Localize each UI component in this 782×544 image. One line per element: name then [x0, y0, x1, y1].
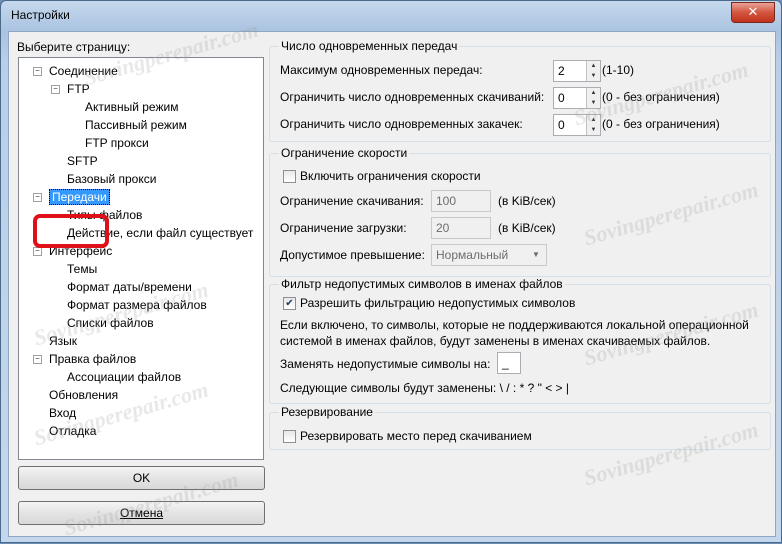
filename-filter-title: Фильтр недопустимых символов в именах фа… [279, 277, 565, 291]
speed-limit-enable-label: Включить ограничения скорости [300, 169, 481, 183]
download-limit-spinner[interactable]: 0 ▲ ▼ [553, 87, 601, 109]
tree-item-label: Ассоциации файлов [67, 370, 182, 384]
upload-speed-input[interactable]: 20 [431, 217, 491, 239]
tree-item-вход[interactable]: Вход [49, 405, 76, 421]
filename-filter-enable-label: Разрешить фильтрацию недопустимых символ… [300, 296, 576, 310]
download-speed-value: 100 [436, 194, 457, 208]
upload-limit-hint: (0 - без ограничения) [602, 117, 720, 131]
ok-button[interactable]: OK [18, 466, 265, 490]
tree-item-язык[interactable]: Язык [49, 333, 77, 349]
tree-item-label: Язык [49, 334, 78, 348]
tree-item-отладка[interactable]: Отладка [49, 423, 96, 439]
tree-item-label: Формат размера файлов [67, 298, 207, 312]
download-limit-value: 0 [558, 91, 565, 105]
tree-item-пассивный-режим[interactable]: Пассивный режим [85, 117, 187, 133]
tree-item-label: FTP [67, 82, 90, 96]
tree-expander-icon[interactable]: − [51, 85, 60, 94]
tree-item-label: FTP прокси [85, 136, 149, 150]
filename-filter-desc-1: Если включено, то символы, которые не по… [280, 318, 749, 332]
max-transfers-hint: (1-10) [602, 63, 635, 77]
window-title: Настройки [11, 8, 70, 22]
filename-filter-desc-2: системой в именах файлов, будут заменены… [280, 334, 711, 348]
download-limit-hint: (0 - без ограничения) [602, 90, 720, 104]
upload-speed-unit: (в KiB/сек) [498, 221, 556, 235]
cancel-button-label: Отмена [119, 506, 164, 520]
reserve-title: Резервирование [279, 405, 375, 419]
tree-expander-icon[interactable]: − [33, 193, 42, 202]
tree-item-label: Темы [67, 262, 98, 276]
download-speed-label: Ограничение скачивания: [280, 194, 424, 208]
upload-limit-value: 0 [558, 118, 565, 132]
tree-item-sftp[interactable]: SFTP [67, 153, 98, 169]
tree-item-списки-файлов[interactable]: Списки файлов [67, 315, 154, 331]
spin-arrows-icon[interactable]: ▲ ▼ [586, 115, 600, 135]
tree-item-формат-размера-файлов[interactable]: Формат размера файлов [67, 297, 207, 313]
close-icon: ✕ [747, 4, 759, 19]
speed-limit-checkbox[interactable] [283, 170, 296, 183]
speed-limit-title: Ограничение скорости [279, 146, 410, 160]
tree-item-label: Обновления [49, 388, 119, 402]
tree-item-правка-файлов[interactable]: Правка файлов [49, 351, 136, 367]
checkmark-icon: ✔ [285, 298, 294, 309]
chevron-down-icon: ▼ [532, 250, 540, 259]
upload-speed-value: 20 [436, 221, 450, 235]
page-select-heading: Выберите страницу: [17, 40, 131, 54]
title-bar[interactable]: Настройки ✕ [1, 1, 781, 31]
tree-item-label: SFTP [67, 154, 98, 168]
tree-item-label: Списки файлов [67, 316, 154, 330]
tree-item-темы[interactable]: Темы [67, 261, 97, 277]
download-limit-label: Ограничить число одновременных скачивани… [280, 90, 545, 104]
replaced-chars-label: Следующие символы будут заменены: \ / : … [280, 381, 570, 395]
page-tree[interactable]: − Соединение − FTP Активный режим Пассивный р… [18, 57, 264, 460]
tree-item-label: Соединение [49, 64, 118, 78]
max-transfers-spinner[interactable]: 2 ▲ ▼ [553, 60, 601, 82]
burst-tolerance-label: Допустимое превышение: [280, 248, 425, 262]
replace-char-label: Заменять недопустимые символы на: [280, 357, 491, 371]
download-speed-input[interactable]: 100 [431, 190, 491, 212]
cancel-button[interactable]: Отмена [18, 501, 265, 525]
spin-arrows-icon[interactable]: ▲ ▼ [586, 88, 600, 108]
tree-item-обновления[interactable]: Обновления [49, 387, 118, 403]
reserve-space-label: Резервировать место перед скачиванием [300, 429, 532, 443]
tree-item-соединение[interactable]: Соединение [49, 63, 118, 79]
tree-item-label: Вход [49, 406, 77, 420]
tree-item-label: Передачи [49, 189, 110, 205]
download-speed-unit: (в KiB/сек) [498, 194, 556, 208]
max-transfers-value: 2 [558, 64, 565, 78]
replace-char-input[interactable]: _ [497, 352, 521, 374]
highlight-annotation [33, 214, 109, 248]
tree-item-label: Пассивный режим [85, 118, 187, 132]
upload-speed-label: Ограничение загрузки: [280, 221, 407, 235]
burst-tolerance-value: Нормальный [436, 248, 509, 262]
tree-item-label: Правка файлов [49, 352, 137, 366]
tree-item-передачи[interactable]: Передачи [49, 189, 110, 205]
tree-expander-icon[interactable]: − [33, 355, 42, 364]
settings-window: Настройки ✕ Выберите страницу: − Соединен… [0, 0, 782, 543]
tree-item-базовый-прокси[interactable]: Базовый прокси [67, 171, 156, 187]
tree-expander-icon[interactable]: − [33, 247, 42, 256]
burst-tolerance-select[interactable]: Нормальный ▼ [431, 244, 547, 266]
reserve-space-checkbox[interactable] [283, 430, 296, 443]
tree-expander-icon[interactable]: − [33, 67, 42, 76]
tree-item-label: Формат даты/времени [67, 280, 192, 294]
replace-char-value: _ [502, 356, 509, 370]
tree-item-активный-режим[interactable]: Активный режим [85, 99, 178, 115]
tree-item-формат-даты-времени[interactable]: Формат даты/времени [67, 279, 192, 295]
tree-item-ассоциации-файлов[interactable]: Ассоциации файлов [67, 369, 181, 385]
dialog-client: Выберите страницу: − Соединение − FTP Активн… [8, 31, 776, 537]
tree-item-label: Базовый прокси [67, 172, 157, 186]
tree-item-label: Активный режим [85, 100, 179, 114]
tree-item-ftp-прокси[interactable]: FTP прокси [85, 135, 149, 151]
upload-limit-spinner[interactable]: 0 ▲ ▼ [553, 114, 601, 136]
filename-filter-checkbox[interactable]: ✔ [283, 297, 296, 310]
concurrent-transfers-title: Число одновременных передач [279, 39, 460, 53]
upload-limit-label: Ограничить число одновременных закачек: [280, 117, 523, 131]
close-button[interactable]: ✕ [731, 2, 775, 23]
spin-arrows-icon[interactable]: ▲ ▼ [586, 61, 600, 81]
tree-item-label: Отладка [49, 424, 97, 438]
tree-item-ftp[interactable]: FTP [67, 81, 90, 97]
max-transfers-label: Максимум одновременных передач: [280, 63, 483, 77]
